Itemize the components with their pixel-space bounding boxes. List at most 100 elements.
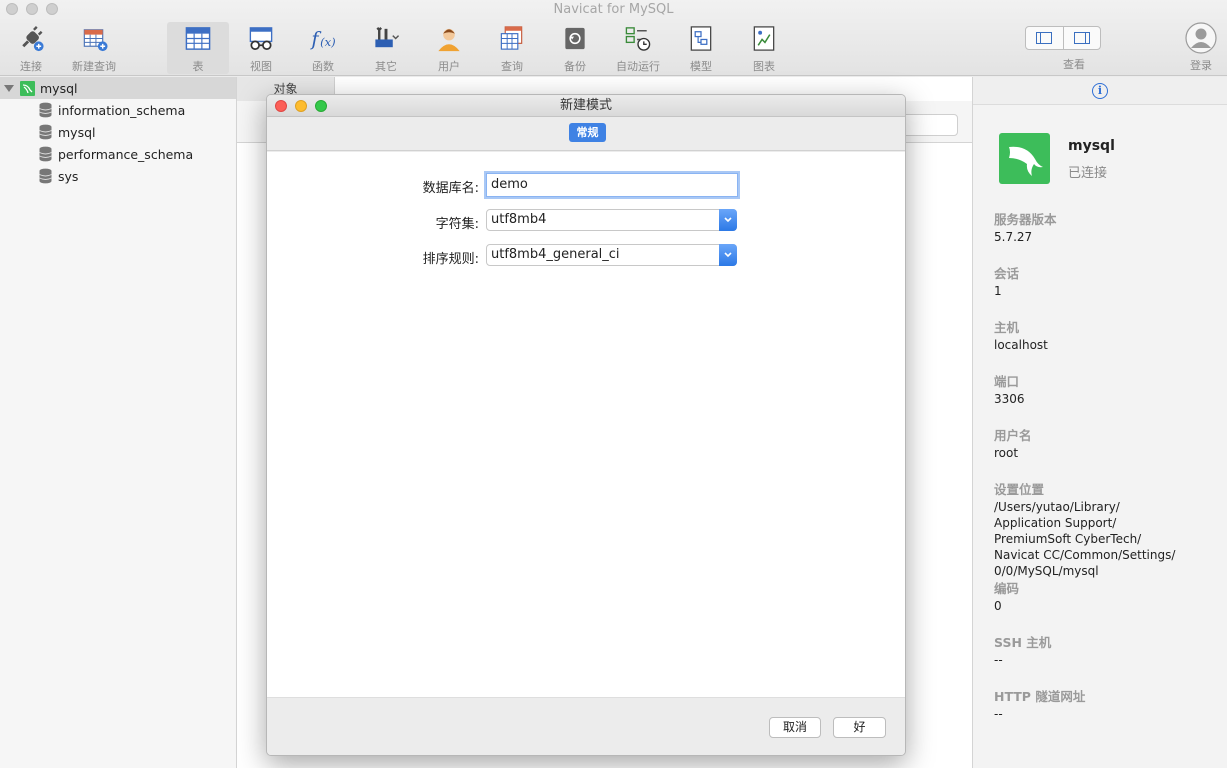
database-item[interactable]: sys — [0, 165, 236, 187]
database-name: sys — [58, 168, 79, 184]
view-icon — [249, 27, 273, 51]
object-search-input[interactable] — [898, 114, 958, 136]
mysql-logo — [999, 133, 1050, 184]
automation-button[interactable]: 自动运行 — [612, 22, 664, 74]
prop-server-version: 服务器版本 5.7.27 — [994, 211, 1057, 245]
prop-key: 端口 — [994, 374, 1020, 389]
users-label: 用户 — [438, 60, 460, 73]
disclosure-triangle-icon[interactable] — [4, 84, 14, 92]
cancel-button[interactable]: 取消 — [769, 717, 821, 738]
dialog-minimize-button[interactable] — [295, 100, 307, 112]
charset-select[interactable]: utf8mb4 — [486, 209, 737, 231]
login-button[interactable]: 登录 — [1180, 22, 1222, 74]
dialog-zoom-button[interactable] — [315, 100, 327, 112]
title-bar: Navicat for MySQL 连接 新建查询 表 视图 f (x) 函数 … — [0, 0, 1227, 76]
prop-value: -- — [994, 653, 1003, 667]
chevron-down-icon[interactable] — [719, 209, 737, 231]
connection-item-mysql[interactable]: mysql — [0, 77, 236, 99]
queries-label: 查询 — [501, 60, 523, 73]
dolphin-icon — [1009, 146, 1043, 176]
info-icon[interactable]: i — [1092, 82, 1108, 99]
new-query-button[interactable]: 新建查询 — [70, 22, 118, 74]
other-label: 其它 — [375, 60, 397, 73]
connection-status: 已连接 — [1068, 166, 1108, 181]
toggle-info-panel-button[interactable] — [1062, 27, 1101, 49]
tools-icon — [375, 27, 400, 48]
view-label-wrap: 查看 — [1052, 52, 1096, 74]
collation-value: utf8mb4_general_ci — [491, 247, 620, 262]
prop-settings-location: 设置位置 /Users/yutao/Library/ Application S… — [994, 481, 1175, 579]
account-icon — [1185, 22, 1217, 54]
tables-label: 表 — [192, 60, 204, 73]
dialog-footer: 取消 好 — [267, 697, 905, 755]
connection-name: mysql — [40, 80, 78, 96]
charset-label: 字符集: — [435, 217, 479, 232]
charts-label: 图表 — [753, 60, 775, 73]
prop-http-tunnel: HTTP 隧道网址 -- — [994, 688, 1085, 722]
charset-row: 字符集: utf8mb4 — [267, 209, 905, 233]
prop-value: 1 — [994, 284, 1002, 298]
dialog-close-button[interactable] — [275, 100, 287, 112]
new-query-label: 新建查询 — [72, 60, 116, 73]
panel-view-toggle[interactable] — [1025, 26, 1101, 50]
database-name: performance_schema — [58, 146, 194, 162]
prop-key: 设置位置 — [994, 482, 1045, 497]
svg-text:(x): (x) — [320, 35, 336, 49]
ok-button[interactable]: 好 — [833, 717, 886, 738]
connection-title: mysql — [1068, 138, 1115, 154]
database-item[interactable]: information_schema — [0, 99, 236, 121]
new-query-icon — [83, 29, 108, 52]
prop-key: 服务器版本 — [994, 212, 1057, 227]
chart-icon — [753, 26, 775, 51]
database-icon — [39, 102, 52, 118]
tables-button[interactable]: 表 — [167, 22, 229, 74]
database-icon — [39, 146, 52, 162]
prop-ssh-host: SSH 主机 -- — [994, 634, 1051, 668]
other-button[interactable]: 其它 — [364, 22, 408, 74]
database-item[interactable]: performance_schema — [0, 143, 236, 165]
prop-value: 3306 — [994, 392, 1025, 406]
database-icon — [39, 168, 52, 184]
functions-label: 函数 — [312, 60, 334, 73]
left-panel-icon — [1036, 32, 1053, 44]
model-button[interactable]: 模型 — [680, 22, 722, 74]
database-name: mysql — [58, 124, 96, 140]
automation-label: 自动运行 — [616, 60, 660, 73]
views-label: 视图 — [250, 60, 272, 73]
prop-port: 端口 3306 — [994, 373, 1025, 407]
prop-encoding: 编码 0 — [994, 580, 1019, 614]
function-icon: f (x) — [309, 27, 336, 50]
backup-button[interactable]: 备份 — [554, 22, 596, 74]
prop-value: 5.7.27 — [994, 230, 1033, 244]
right-panel-icon — [1073, 32, 1090, 44]
prop-key: SSH 主机 — [994, 635, 1052, 650]
dialog-title: 新建模式 — [559, 98, 612, 113]
model-label: 模型 — [690, 60, 712, 73]
info-panel: i mysql 已连接 服务器版本 5.7.27 会话 1 主机 localho… — [972, 77, 1227, 768]
toggle-sidebar-button[interactable] — [1026, 27, 1063, 49]
collation-row: 排序规则: utf8mb4_general_ci — [267, 244, 905, 268]
functions-button[interactable]: f (x) 函数 — [302, 22, 344, 74]
prop-key: 用户名 — [994, 428, 1032, 443]
prop-key: HTTP 隧道网址 — [994, 689, 1086, 704]
prop-key: 会话 — [994, 266, 1020, 281]
users-button[interactable]: 用户 — [428, 22, 470, 74]
charts-button[interactable]: 图表 — [743, 22, 785, 74]
collation-label: 排序规则: — [422, 252, 479, 267]
connect-button[interactable]: 连接 — [10, 22, 52, 74]
database-name-label: 数据库名: — [422, 181, 479, 196]
prop-key: 编码 — [994, 581, 1020, 596]
database-name-input[interactable]: demo — [486, 173, 738, 197]
connection-sidebar: mysql information_schema mysql performan… — [0, 77, 237, 768]
collation-select[interactable]: utf8mb4_general_ci — [486, 244, 737, 266]
connect-label: 连接 — [20, 60, 42, 73]
tab-general[interactable]: 常规 — [569, 123, 606, 142]
login-label: 登录 — [1190, 59, 1212, 72]
chevron-down-icon[interactable] — [719, 244, 737, 266]
database-item[interactable]: mysql — [0, 121, 236, 143]
automation-icon — [625, 27, 651, 51]
mysql-connection-icon — [20, 80, 35, 96]
views-button[interactable]: 视图 — [240, 22, 282, 74]
user-icon — [438, 28, 460, 52]
queries-button[interactable]: 查询 — [491, 22, 533, 74]
